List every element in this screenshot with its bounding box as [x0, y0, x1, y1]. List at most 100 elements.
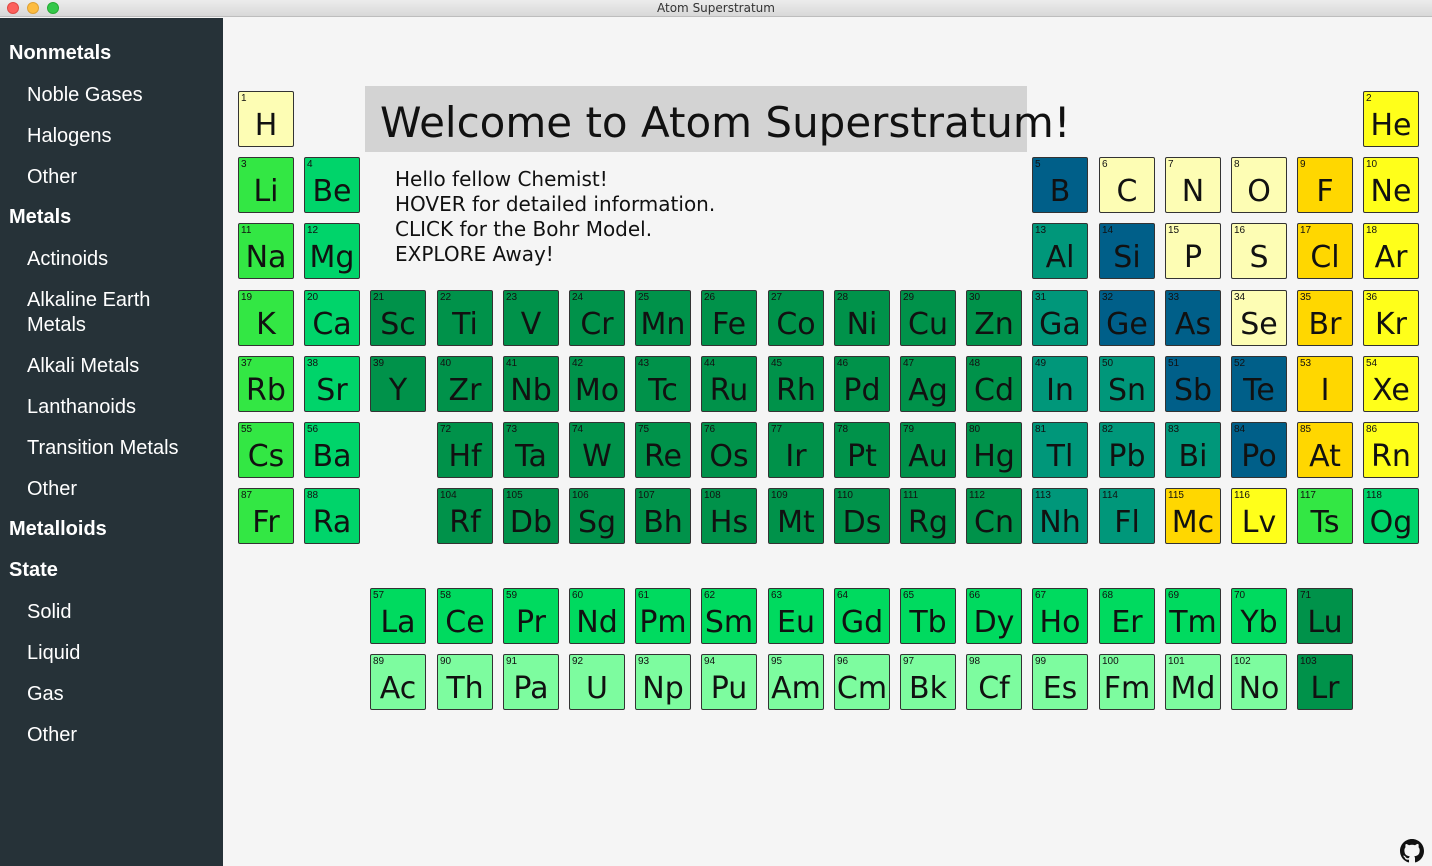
element-tile-br[interactable]: 35 Br [1297, 290, 1353, 346]
element-tile-er[interactable]: 68 Er [1099, 588, 1155, 644]
element-tile-cl[interactable]: 17 Cl [1297, 223, 1353, 279]
element-tile-rf[interactable]: 104 Rf [437, 488, 493, 544]
element-tile-tm[interactable]: 69 Tm [1165, 588, 1221, 644]
element-tile-se[interactable]: 34 Se [1231, 290, 1287, 346]
sidebar-item-nonmetals-other[interactable]: Other [0, 165, 223, 190]
element-tile-dy[interactable]: 66 Dy [966, 588, 1022, 644]
element-tile-u[interactable]: 92 U [569, 654, 625, 710]
element-tile-nd[interactable]: 60 Nd [569, 588, 625, 644]
sidebar-item-state-other[interactable]: Other [0, 723, 223, 748]
element-tile-zn[interactable]: 30 Zn [966, 290, 1022, 346]
element-tile-la[interactable]: 57 La [370, 588, 426, 644]
element-tile-n[interactable]: 7N [1165, 157, 1221, 213]
element-tile-k[interactable]: 19 K [238, 290, 294, 346]
element-tile-s[interactable]: 16 S [1231, 223, 1287, 279]
element-tile-md[interactable]: 101 Md [1165, 654, 1221, 710]
element-tile-ds[interactable]: 110 Ds [834, 488, 890, 544]
element-tile-h[interactable]: 1H [238, 91, 294, 147]
element-tile-cu[interactable]: 29 Cu [900, 290, 956, 346]
element-tile-ar[interactable]: 18 Ar [1363, 223, 1419, 279]
element-tile-ir[interactable]: 77 Ir [768, 422, 824, 478]
element-tile-sc[interactable]: 21 Sc [370, 290, 426, 346]
element-tile-sm[interactable]: 62 Sm [701, 588, 757, 644]
element-tile-al[interactable]: 13 Al [1032, 223, 1088, 279]
element-tile-b[interactable]: 5B [1032, 157, 1088, 213]
element-tile-hs[interactable]: 108 Hs [701, 488, 757, 544]
element-tile-mn[interactable]: 25 Mn [635, 290, 691, 346]
element-tile-p[interactable]: 15 P [1165, 223, 1221, 279]
element-tile-bk[interactable]: 97 Bk [900, 654, 956, 710]
element-tile-w[interactable]: 74 W [569, 422, 625, 478]
element-tile-ra[interactable]: 88 Ra [304, 488, 360, 544]
element-tile-ne[interactable]: 10 Ne [1363, 157, 1419, 213]
element-tile-cm[interactable]: 96 Cm [834, 654, 890, 710]
element-tile-yb[interactable]: 70 Yb [1231, 588, 1287, 644]
element-tile-ge[interactable]: 32 Ge [1099, 290, 1155, 346]
element-tile-ru[interactable]: 44 Ru [701, 356, 757, 412]
element-tile-cd[interactable]: 48 Cd [966, 356, 1022, 412]
element-tile-na[interactable]: 11 Na [238, 223, 294, 279]
element-tile-sb[interactable]: 51 Sb [1165, 356, 1221, 412]
element-tile-ho[interactable]: 67 Ho [1032, 588, 1088, 644]
element-tile-sr[interactable]: 38 Sr [304, 356, 360, 412]
element-tile-hg[interactable]: 80 Hg [966, 422, 1022, 478]
element-tile-pa[interactable]: 91 Pa [503, 654, 559, 710]
element-tile-rn[interactable]: 86 Rn [1363, 422, 1419, 478]
element-tile-rg[interactable]: 111 Rg [900, 488, 956, 544]
sidebar-item-metals[interactable]: Metals [0, 206, 223, 229]
element-tile-cr[interactable]: 24 Cr [569, 290, 625, 346]
element-tile-ni[interactable]: 28 Ni [834, 290, 890, 346]
sidebar-item-state[interactable]: State [0, 559, 223, 582]
element-tile-co[interactable]: 27 Co [768, 290, 824, 346]
element-tile-fl[interactable]: 114 Fl [1099, 488, 1155, 544]
element-tile-nb[interactable]: 41 Nb [503, 356, 559, 412]
element-tile-o[interactable]: 8O [1231, 157, 1287, 213]
element-tile-xe[interactable]: 54 Xe [1363, 356, 1419, 412]
element-tile-y[interactable]: 39 Y [370, 356, 426, 412]
element-tile-bi[interactable]: 83 Bi [1165, 422, 1221, 478]
element-tile-th[interactable]: 90 Th [437, 654, 493, 710]
element-tile-cs[interactable]: 55 Cs [238, 422, 294, 478]
element-tile-ba[interactable]: 56 Ba [304, 422, 360, 478]
element-tile-db[interactable]: 105 Db [503, 488, 559, 544]
element-tile-no[interactable]: 102 No [1231, 654, 1287, 710]
element-tile-in[interactable]: 49 In [1032, 356, 1088, 412]
element-tile-ti[interactable]: 22 Ti [437, 290, 493, 346]
element-tile-pd[interactable]: 46 Pd [834, 356, 890, 412]
element-tile-nh[interactable]: 113 Nh [1032, 488, 1088, 544]
element-tile-lu[interactable]: 71 Lu [1297, 588, 1353, 644]
element-tile-pt[interactable]: 78 Pt [834, 422, 890, 478]
element-tile-gd[interactable]: 64 Gd [834, 588, 890, 644]
element-tile-ag[interactable]: 47 Ag [900, 356, 956, 412]
element-tile-c[interactable]: 6C [1099, 157, 1155, 213]
element-tile-ca[interactable]: 20 Ca [304, 290, 360, 346]
element-tile-ts[interactable]: 117 Ts [1297, 488, 1353, 544]
sidebar-item-actinoids[interactable]: Actinoids [0, 247, 223, 272]
element-tile-ce[interactable]: 58 Ce [437, 588, 493, 644]
element-tile-pu[interactable]: 94 Pu [701, 654, 757, 710]
element-tile-li[interactable]: 3 Li [238, 157, 294, 213]
sidebar-item-alkali-metals[interactable]: Alkali Metals [0, 354, 223, 379]
element-tile-be[interactable]: 4 Be [304, 157, 360, 213]
sidebar-item-liquid[interactable]: Liquid [0, 641, 223, 666]
element-tile-pm[interactable]: 61 Pm [635, 588, 691, 644]
sidebar-item-solid[interactable]: Solid [0, 600, 223, 625]
sidebar-item-halogens[interactable]: Halogens [0, 124, 223, 149]
element-tile-fm[interactable]: 100 Fm [1099, 654, 1155, 710]
element-tile-lv[interactable]: 116 Lv [1231, 488, 1287, 544]
element-tile-sn[interactable]: 50 Sn [1099, 356, 1155, 412]
element-tile-mo[interactable]: 42 Mo [569, 356, 625, 412]
element-tile-po[interactable]: 84 Po [1231, 422, 1287, 478]
element-tile-pb[interactable]: 82 Pb [1099, 422, 1155, 478]
element-tile-mg[interactable]: 12 Mg [304, 223, 360, 279]
element-tile-np[interactable]: 93 Np [635, 654, 691, 710]
element-tile-f[interactable]: 9F [1297, 157, 1353, 213]
element-tile-mt[interactable]: 109 Mt [768, 488, 824, 544]
github-icon[interactable] [1400, 839, 1424, 863]
element-tile-kr[interactable]: 36 Kr [1363, 290, 1419, 346]
sidebar-item-alkaline-earth-metals[interactable]: Alkaline Earth Metals [0, 288, 223, 338]
element-tile-tb[interactable]: 65 Tb [900, 588, 956, 644]
sidebar-item-lanthanoids[interactable]: Lanthanoids [0, 395, 223, 420]
element-tile-si[interactable]: 14 Si [1099, 223, 1155, 279]
element-tile-fe[interactable]: 26 Fe [701, 290, 757, 346]
